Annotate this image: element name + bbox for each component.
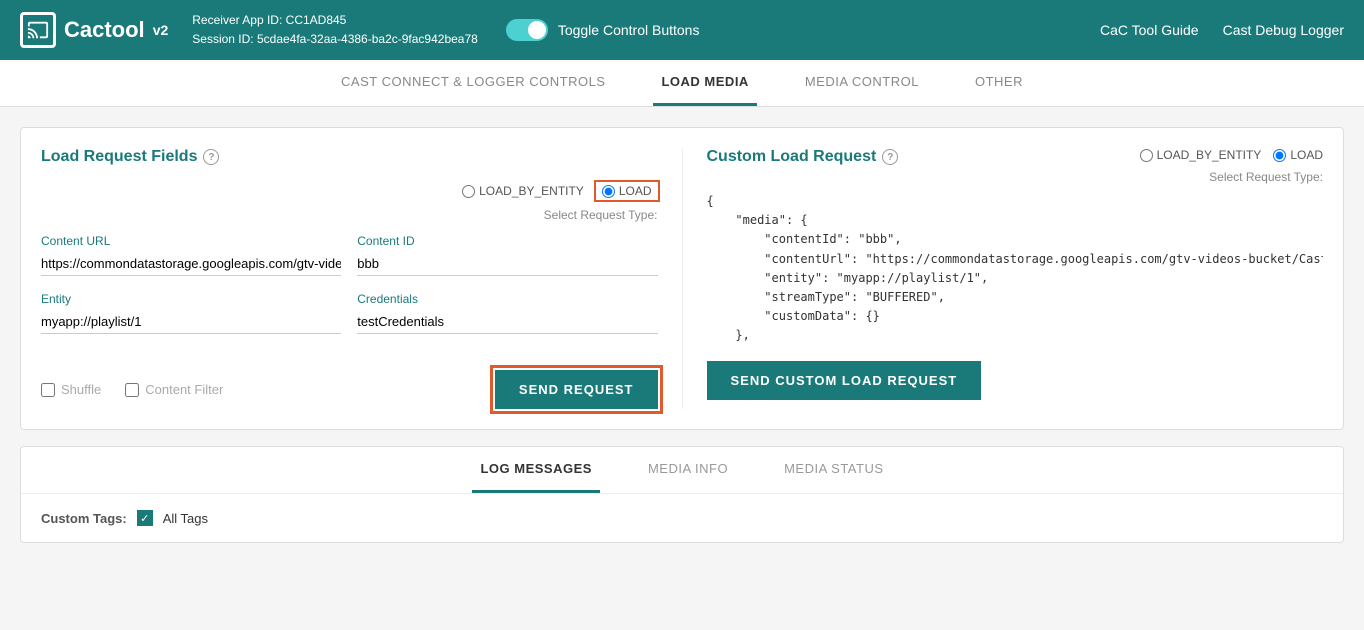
toggle-label: Toggle Control Buttons [558, 22, 700, 38]
custom-load-request-title: Custom Load Request ? [707, 148, 899, 166]
entity-label: Entity [41, 292, 341, 306]
logo-version: v2 [153, 22, 169, 38]
send-request-button[interactable]: SEND REQUEST [495, 370, 658, 409]
receiver-app-id-value: CC1AD845 [286, 13, 347, 27]
header-ids: Receiver App ID: CC1AD845 Session ID: 5c… [192, 11, 478, 49]
custom-load-radio-group: LOAD_BY_ENTITY LOAD [1140, 148, 1323, 162]
credentials-group: Credentials [357, 292, 657, 334]
app-header: Cactool v2 Receiver App ID: CC1AD845 Ses… [0, 0, 1364, 60]
session-id-value: 5cdae4fa-32aa-4386-ba2c-9fac942bea78 [257, 32, 478, 46]
content-id-input[interactable] [357, 252, 657, 276]
entity-group: Entity [41, 292, 341, 334]
custom-radio-load-label[interactable]: LOAD [1273, 148, 1323, 162]
cac-tool-guide-link[interactable]: CaC Tool Guide [1100, 22, 1199, 38]
cast-logo-icon [20, 12, 56, 48]
toggle-section: Toggle Control Buttons [506, 19, 700, 41]
load-request-title: Load Request Fields ? [41, 148, 658, 166]
load-request-radio-group: LOAD_BY_ENTITY LOAD [462, 182, 657, 200]
bottom-content: Custom Tags: All Tags [21, 494, 1343, 542]
tab-media-control[interactable]: MEDIA CONTROL [797, 60, 927, 106]
custom-load-request-panel: Custom Load Request ? LOAD_BY_ENTITY LOA… [707, 148, 1324, 409]
load-request-panel: Load Request Fields ? LOAD_BY_ENTITY [41, 148, 683, 409]
load-request-help-icon[interactable]: ? [203, 149, 219, 165]
bottom-card: LOG MESSAGES MEDIA INFO MEDIA STATUS Cus… [20, 446, 1344, 543]
tab-media-info[interactable]: MEDIA INFO [640, 447, 736, 493]
content-filter-label: Content Filter [145, 382, 223, 397]
load-media-panels: Load Request Fields ? LOAD_BY_ENTITY [41, 148, 1323, 409]
logo-text: Cactool [64, 17, 145, 43]
custom-radio-load[interactable] [1273, 149, 1286, 162]
credentials-label: Credentials [357, 292, 657, 306]
entity-input[interactable] [41, 310, 341, 334]
content-url-group: Content URL [41, 234, 341, 276]
custom-tags-label: Custom Tags: [41, 511, 127, 526]
content-filter-checkbox-label[interactable]: Content Filter [125, 382, 223, 397]
tab-load-media[interactable]: LOAD MEDIA [653, 60, 756, 106]
tab-media-status[interactable]: MEDIA STATUS [776, 447, 891, 493]
tab-cast-connect[interactable]: CAST CONNECT & LOGGER CONTROLS [333, 60, 613, 106]
select-request-type-label: Select Request Type: [544, 208, 658, 222]
shuffle-checkbox[interactable] [41, 383, 55, 397]
main-content: Load Request Fields ? LOAD_BY_ENTITY [0, 107, 1364, 571]
content-filter-checkbox[interactable] [125, 383, 139, 397]
tab-other[interactable]: OTHER [967, 60, 1031, 106]
shuffle-checkbox-label[interactable]: Shuffle [41, 382, 101, 397]
custom-radio-load-by-entity[interactable] [1140, 149, 1153, 162]
app-logo: Cactool v2 [20, 12, 168, 48]
content-id-group: Content ID [357, 234, 657, 276]
all-tags-checkbox[interactable] [137, 510, 153, 526]
radio-load-by-entity[interactable] [462, 185, 475, 198]
checkboxes-row: Shuffle Content Filter [41, 382, 223, 397]
content-url-label: Content URL [41, 234, 341, 248]
content-id-label: Content ID [357, 234, 657, 248]
custom-load-request-help-icon[interactable]: ? [882, 149, 898, 165]
load-request-form: Content URL Content ID Entity Credential… [41, 234, 658, 334]
bottom-tabs: LOG MESSAGES MEDIA INFO MEDIA STATUS [21, 447, 1343, 494]
shuffle-label: Shuffle [61, 382, 101, 397]
receiver-app-id-label: Receiver App ID: [192, 13, 282, 27]
toggle-control-buttons[interactable] [506, 19, 548, 41]
json-editor[interactable]: { "media": { "contentId": "bbb", "conten… [707, 192, 1324, 346]
radio-load-by-entity-label[interactable]: LOAD_BY_ENTITY [462, 184, 584, 198]
content-url-input[interactable] [41, 252, 341, 276]
credentials-input[interactable] [357, 310, 657, 334]
all-tags-label: All Tags [163, 511, 208, 526]
radio-load[interactable] [602, 185, 615, 198]
header-nav-right: CaC Tool Guide Cast Debug Logger [1100, 22, 1344, 38]
custom-radio-load-by-entity-label[interactable]: LOAD_BY_ENTITY [1140, 148, 1262, 162]
session-id-label: Session ID: [192, 32, 253, 46]
send-custom-load-request-button[interactable]: SEND CUSTOM LOAD REQUEST [707, 361, 982, 400]
radio-load-label[interactable]: LOAD [596, 182, 658, 200]
load-media-card: Load Request Fields ? LOAD_BY_ENTITY [20, 127, 1344, 430]
custom-select-request-type-label: Select Request Type: [1209, 170, 1323, 184]
cast-debug-logger-link[interactable]: Cast Debug Logger [1223, 22, 1344, 38]
main-nav: CAST CONNECT & LOGGER CONTROLS LOAD MEDI… [0, 60, 1364, 107]
tab-log-messages[interactable]: LOG MESSAGES [472, 447, 599, 493]
